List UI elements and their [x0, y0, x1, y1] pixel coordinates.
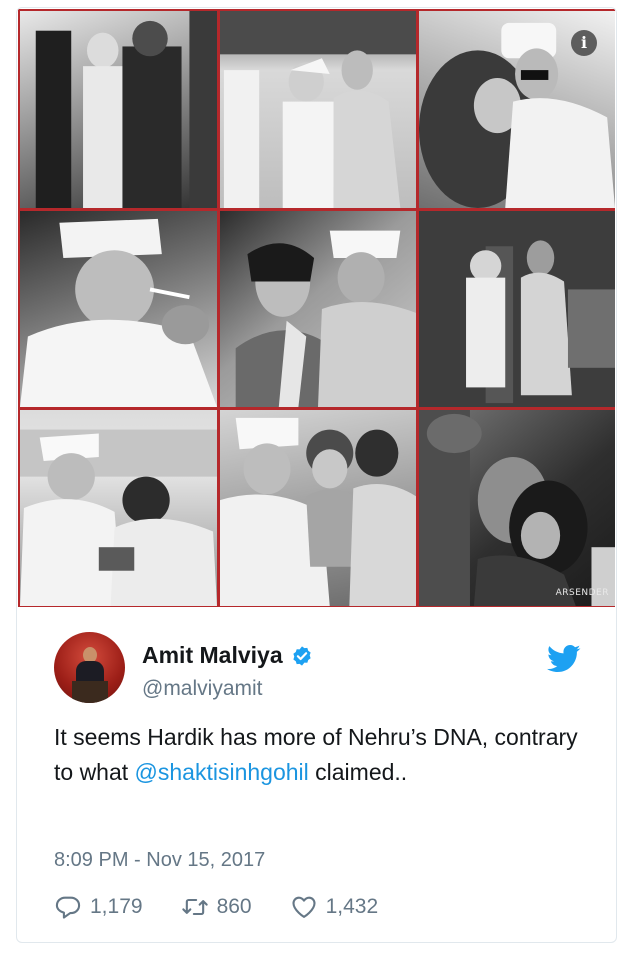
- collage-photo-5[interactable]: [220, 211, 416, 407]
- heart-icon: [292, 896, 316, 918]
- like-count: 1,432: [325, 895, 379, 918]
- reply-button[interactable]: 1,179: [54, 893, 143, 921]
- collage-photo-8[interactable]: [220, 410, 416, 606]
- like-button[interactable]: 1,432: [290, 893, 379, 921]
- retweet-button[interactable]: 860: [181, 893, 252, 921]
- retweet-count: 860: [216, 895, 252, 918]
- collage-photo-3[interactable]: i: [419, 11, 615, 208]
- tweet-card: i ARSENDER Amit Malviya @malviyamit It s…: [16, 7, 617, 943]
- collage-photo-7[interactable]: [20, 410, 217, 606]
- retweet-icon: [181, 898, 208, 916]
- avatar[interactable]: [54, 632, 125, 703]
- collage-photo-2[interactable]: [220, 11, 416, 208]
- tweet-text: It seems Hardik has more of Nehru’s DNA,…: [54, 720, 599, 790]
- collage-photo-4[interactable]: [20, 211, 217, 407]
- collage-photo-1[interactable]: [20, 11, 217, 208]
- verified-badge-icon: [292, 645, 311, 666]
- author-handle[interactable]: @malviyamit: [142, 677, 263, 701]
- twitter-bird-icon[interactable]: [547, 644, 581, 674]
- author-name-row: Amit Malviya: [142, 642, 313, 669]
- display-name[interactable]: Amit Malviya: [142, 642, 283, 669]
- tweet-text-part-2: claimed..: [308, 759, 408, 785]
- tweet-actions: 1,179 860 1,432: [54, 893, 416, 921]
- reply-icon: [55, 896, 81, 919]
- photo-collage[interactable]: i ARSENDER: [18, 9, 615, 607]
- tweet-timestamp[interactable]: 8:09 PM - Nov 15, 2017: [54, 849, 265, 872]
- reply-count: 1,179: [90, 895, 143, 918]
- photo-watermark: ARSENDER: [555, 588, 609, 598]
- collage-photo-6[interactable]: [419, 211, 615, 407]
- mention-link[interactable]: @shaktisinhgohil: [135, 759, 309, 785]
- info-icon[interactable]: i: [571, 30, 597, 56]
- collage-photo-9[interactable]: ARSENDER: [419, 410, 615, 606]
